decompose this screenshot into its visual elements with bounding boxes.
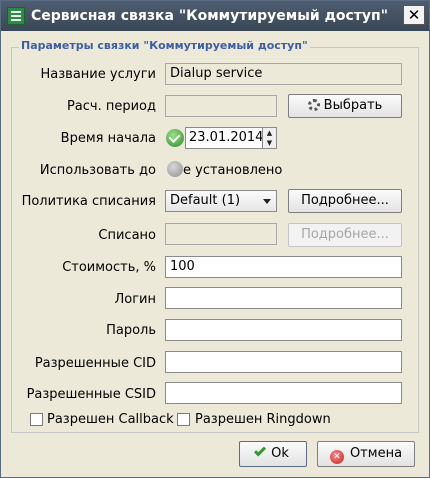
charged-label: Списано [98, 228, 156, 243]
cancel-button[interactable]: ✕ Отмена [317, 441, 415, 467]
login-label: Логин [114, 292, 156, 307]
charge-policy-label: Политика списания [21, 194, 156, 209]
checkmark-icon [254, 444, 267, 457]
allowed-cid-input[interactable] [165, 351, 402, 373]
charge-policy-value: Default (1) [170, 193, 241, 208]
policy-details-button[interactable]: Подробнее... [288, 189, 402, 213]
ok-button[interactable]: Ok [239, 441, 307, 467]
use-until-toggle-icon[interactable] [167, 161, 183, 177]
gear-icon [307, 99, 320, 111]
close-icon[interactable]: ✕ [403, 5, 425, 25]
select-period-label: Выбрать [323, 98, 383, 113]
cost-label: Стоимость, % [62, 260, 156, 275]
service-name-field: Dialup service [165, 63, 402, 85]
allowed-csid-label: Разрешенные CSID [26, 387, 156, 402]
date-spinner[interactable]: ▲ ▼ [263, 127, 277, 149]
ringdown-checkbox[interactable] [177, 413, 190, 426]
billing-period-label: Расч. период [66, 99, 156, 114]
callback-label[interactable]: Разрешен Callback [47, 412, 174, 427]
login-input[interactable] [165, 287, 402, 309]
charge-policy-select[interactable]: Default (1) [165, 190, 277, 212]
use-until-value: е установлено [183, 163, 283, 178]
spin-up-icon[interactable]: ▲ [263, 128, 276, 138]
spin-down-icon[interactable]: ▼ [263, 138, 276, 148]
service-name-label: Название услуги [40, 67, 156, 82]
password-label: Пароль [106, 323, 156, 338]
start-date-input[interactable]: 23.01.2014 [185, 127, 263, 149]
allowed-cid-label: Разрешенные CID [34, 356, 156, 371]
billing-period-field [165, 95, 277, 117]
select-period-button[interactable]: Выбрать [288, 94, 402, 118]
allowed-csid-input[interactable] [165, 382, 402, 404]
title-bar[interactable]: Сервисная связка "Коммутируемый доступ" … [1, 1, 429, 31]
ringdown-label[interactable]: Разрешен Ringdown [195, 412, 331, 427]
charged-field [165, 223, 277, 245]
password-input[interactable] [165, 319, 402, 341]
cancel-label: Отмена [349, 446, 403, 461]
ok-label: Ok [271, 446, 289, 461]
charged-details-button: Подробнее... [288, 223, 402, 247]
start-time-toggle-icon[interactable] [166, 129, 184, 147]
chevron-down-icon [263, 199, 271, 204]
callback-checkbox[interactable] [30, 413, 43, 426]
app-icon [7, 7, 25, 25]
cost-input[interactable]: 100 [165, 256, 402, 278]
window-title: Сервисная связка "Коммутируемый доступ" [31, 8, 388, 24]
start-time-label: Время начала [60, 131, 156, 146]
cancel-icon: ✕ [329, 450, 344, 464]
group-title: Параметры связки "Коммутируемый доступ" [19, 39, 310, 52]
use-until-label: Использовать до [39, 163, 156, 178]
dialog-window: Сервисная связка "Коммутируемый доступ" … [0, 0, 430, 478]
